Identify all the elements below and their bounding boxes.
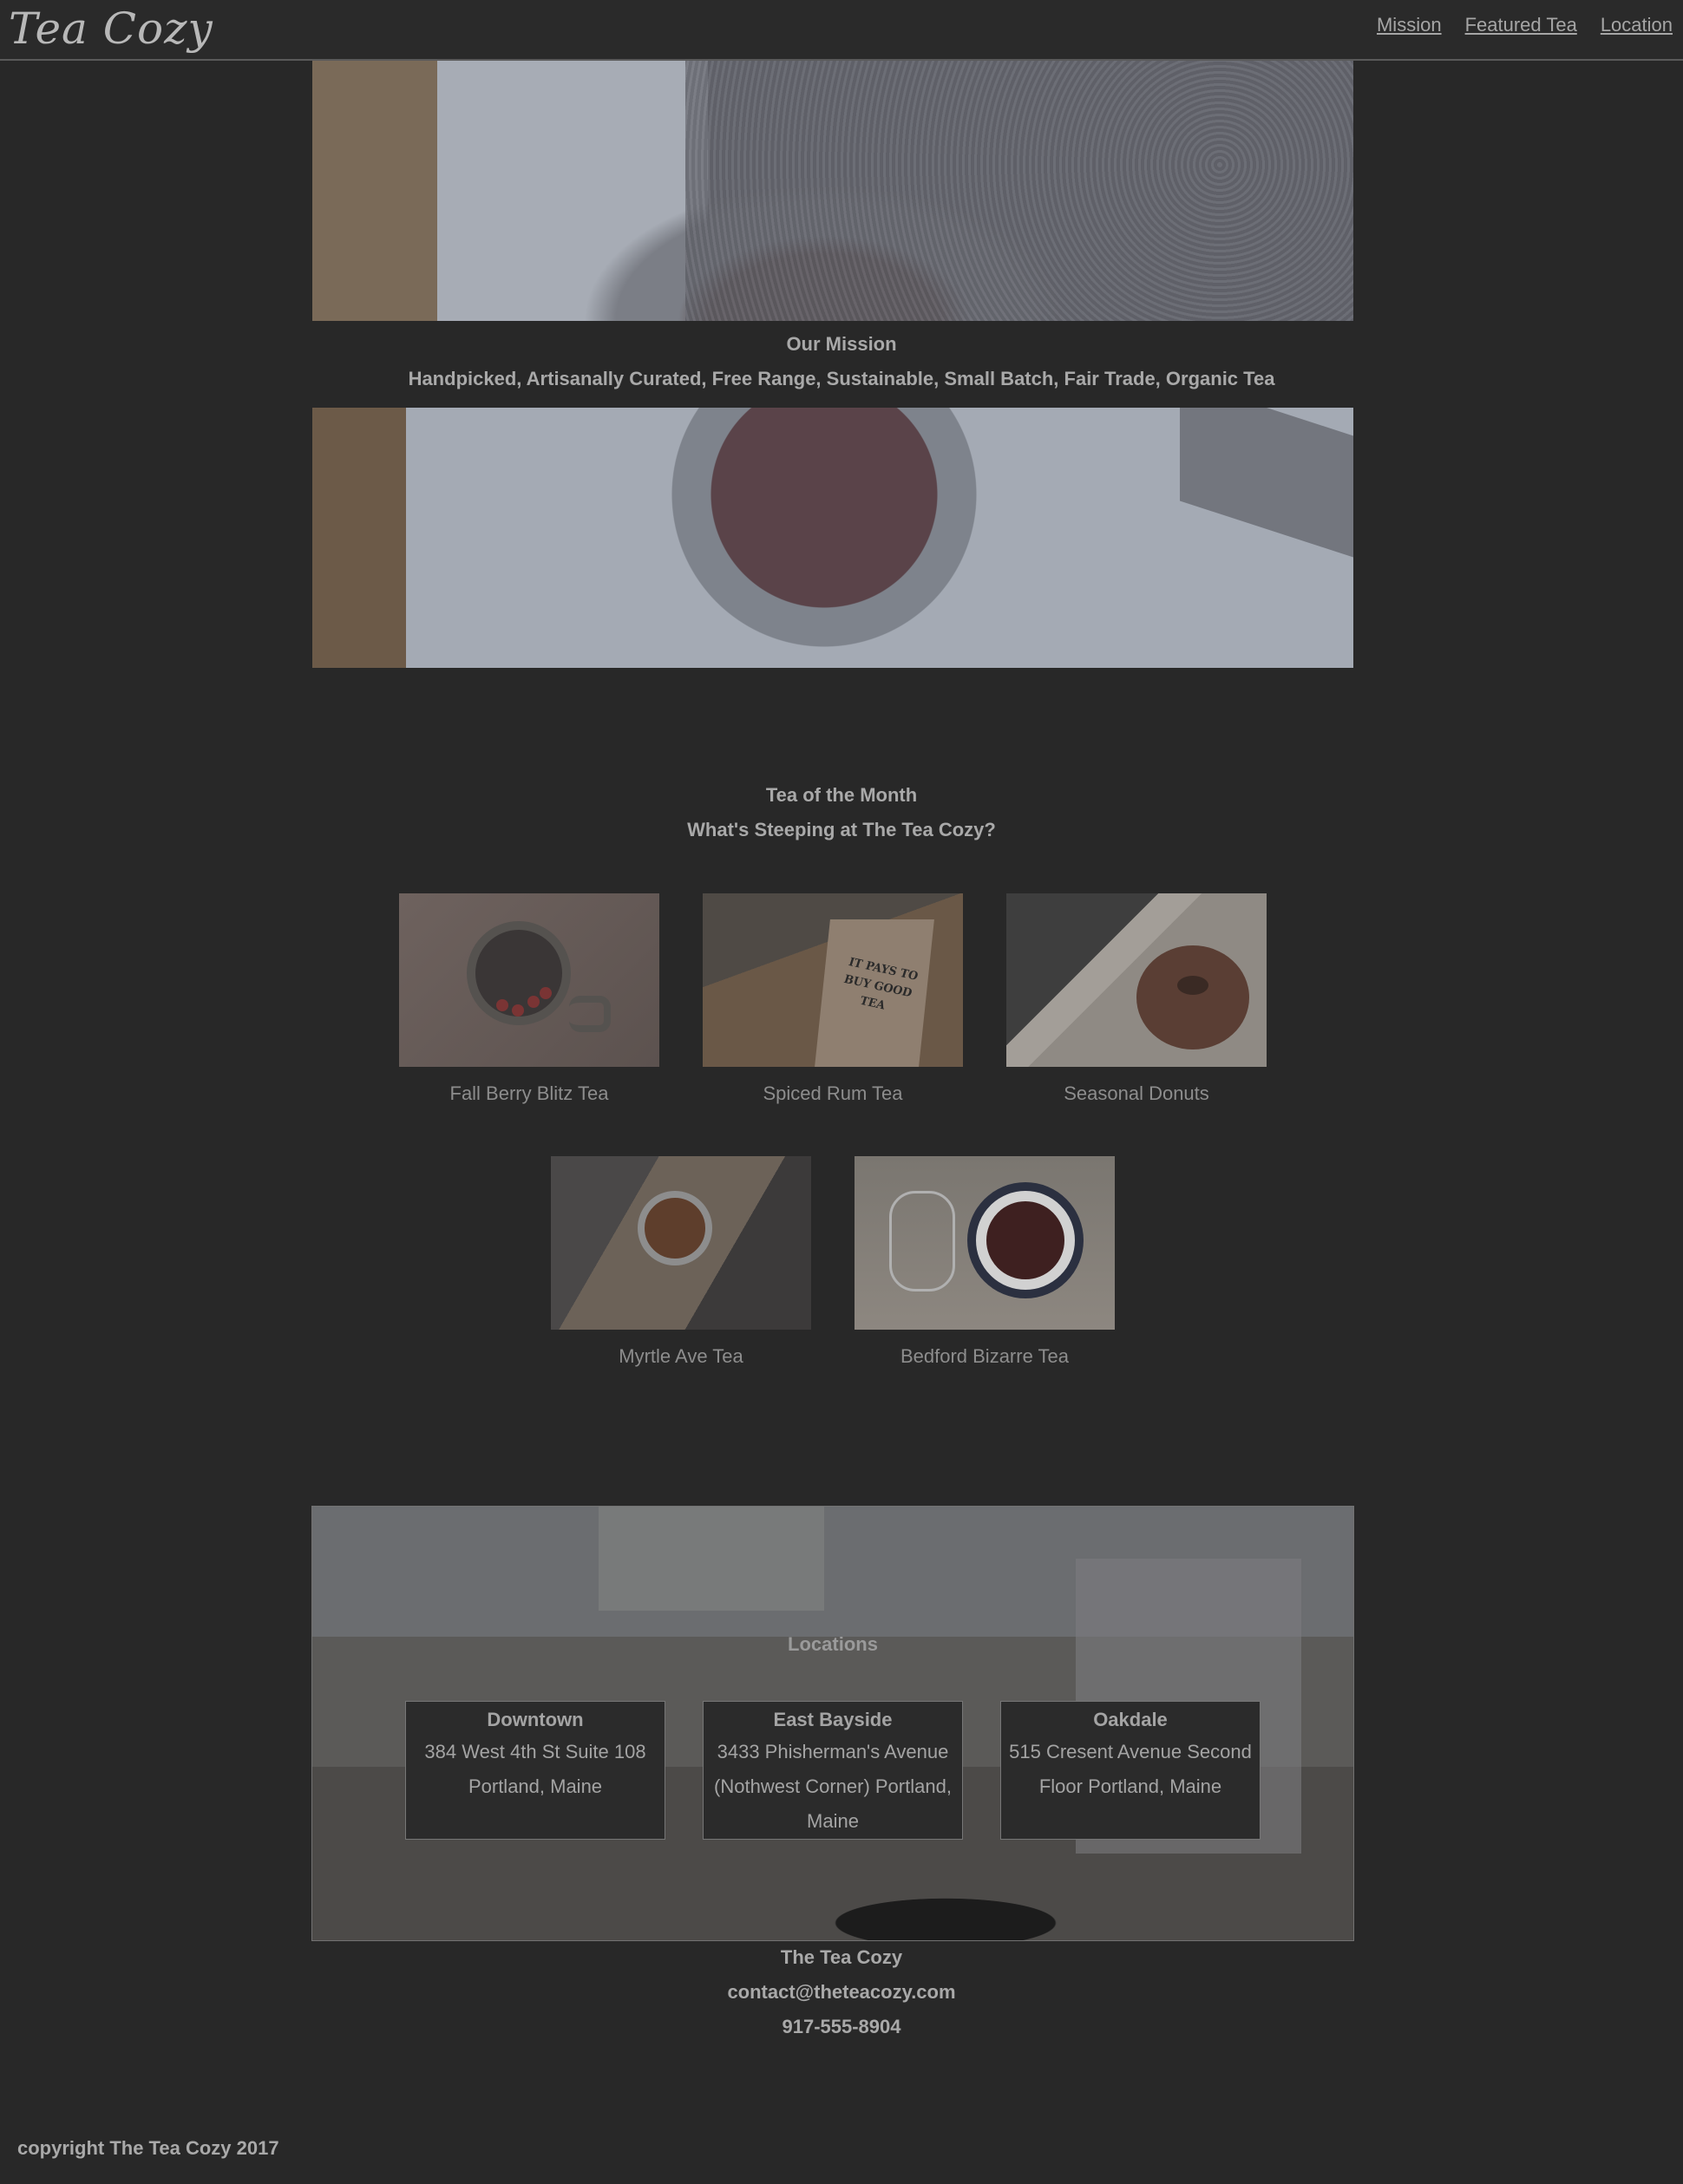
tea-image-fall-berry [399, 893, 659, 1067]
tea-label: Seasonal Donuts [1064, 1082, 1209, 1104]
tea-image-bedford-bizarre [855, 1156, 1115, 1330]
tea-label: Bedford Bizarre Tea [900, 1345, 1070, 1367]
tea-image-seasonal-donuts [1006, 893, 1267, 1067]
featured-title: Tea of the Month [765, 784, 918, 806]
location-address: 384 West 4th St Suite 108 Portland, Main… [424, 1741, 646, 1797]
mission-subtitle: Handpicked, Artisanally Curated, Free Ra… [408, 368, 1275, 389]
mission-title: Our Mission [786, 333, 897, 355]
location-card-east-bayside: East Bayside 3433 Phisherman's Avenue (N… [703, 1701, 963, 1840]
nav-link-featured-tea[interactable]: Featured Tea [1465, 14, 1577, 36]
featured-subtitle: What's Steeping at The Tea Cozy? [687, 819, 996, 840]
locations-section: Locations Downtown 384 West 4th St Suite… [311, 1506, 1354, 1941]
tea-card-fall-berry: Fall Berry Blitz Tea [399, 893, 659, 1105]
tea-card-seasonal-donuts: Seasonal Donuts [1006, 893, 1267, 1105]
tea-label: Fall Berry Blitz Tea [449, 1082, 609, 1104]
tea-label: Spiced Rum Tea [763, 1082, 903, 1104]
copyright-text: copyright The Tea Cozy 2017 [17, 2137, 279, 2159]
footer-email[interactable]: contact@theteacozy.com [0, 1981, 1683, 2004]
location-card-oakdale: Oakdale 515 Cresent Avenue Second Floor … [1000, 1701, 1261, 1840]
main-nav: Mission Featured Tea Location [1377, 14, 1673, 36]
site-header: Tea Cozy Mission Featured Tea Location [0, 0, 1683, 61]
location-address: 515 Cresent Avenue Second Floor Portland… [1009, 1741, 1252, 1797]
nav-link-mission[interactable]: Mission [1377, 14, 1442, 36]
location-card-downtown: Downtown 384 West 4th St Suite 108 Portl… [405, 1701, 665, 1840]
tea-image-myrtle-ave [551, 1156, 811, 1330]
tea-card-bedford-bizarre: Bedford Bizarre Tea [855, 1156, 1115, 1368]
nav-link-location[interactable]: Location [1601, 14, 1673, 36]
mission-image-top [312, 61, 1353, 321]
tea-label: Myrtle Ave Tea [619, 1345, 743, 1367]
tea-box-text: IT PAYS TO BUY GOOD TEA [842, 956, 920, 1013]
footer-business-name: The Tea Cozy [780, 1946, 903, 1968]
location-address: 3433 Phisherman's Avenue (Nothwest Corne… [714, 1741, 952, 1832]
mission-image-bottom [312, 408, 1353, 668]
footer-phone: 917-555-8904 [782, 2016, 901, 2037]
location-name: Downtown [487, 1709, 584, 1730]
locations-title: Locations [788, 1633, 878, 1655]
tea-card-myrtle-ave: Myrtle Ave Tea [551, 1156, 811, 1368]
location-name: Oakdale [1093, 1709, 1168, 1730]
tea-card-spiced-rum: IT PAYS TO BUY GOOD TEA Spiced Rum Tea [703, 893, 963, 1105]
tea-image-spiced-rum: IT PAYS TO BUY GOOD TEA [703, 893, 963, 1067]
location-name: East Bayside [773, 1709, 893, 1730]
site-logo[interactable]: Tea Cozy [9, 0, 213, 57]
